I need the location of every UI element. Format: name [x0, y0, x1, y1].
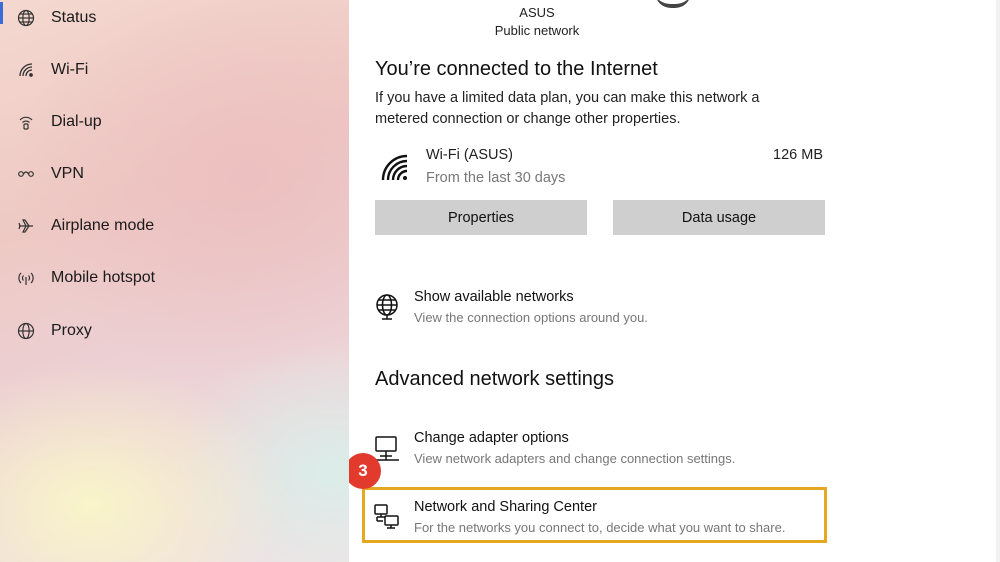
usage-network-name: Wi-Fi (ASUS) — [426, 147, 513, 163]
sidebar-item-label: Airplane mode — [51, 217, 155, 234]
sidebar-item-wifi[interactable]: Wi-Fi — [0, 48, 349, 92]
wifi-icon — [16, 60, 36, 80]
usage-amount: 126 MB — [773, 147, 823, 163]
vpn-icon — [16, 164, 36, 184]
scrollbar-track[interactable] — [996, 0, 1000, 562]
sidebar-item-dialup[interactable]: Dial-up — [0, 100, 349, 144]
connection-description: If you have a limited data plan, you can… — [375, 90, 760, 127]
sidebar-item-label: Mobile hotspot — [51, 269, 156, 286]
change-adapter-options-link[interactable]: Change adapter options View network adap… — [371, 430, 841, 474]
sharing-center-icon — [374, 504, 399, 529]
content-pane: ASUS Public network You’re connected to … — [349, 0, 1000, 562]
sidebar-item-status[interactable]: Status — [0, 0, 349, 40]
selection-indicator — [0, 2, 3, 24]
link-title: Show available networks — [414, 289, 574, 305]
step-badge: 3 — [349, 453, 381, 489]
network-graphic — [655, 0, 691, 8]
sidebar-item-label: Dial-up — [51, 113, 102, 130]
show-available-networks-link[interactable]: Show available networks View the connect… — [371, 289, 841, 333]
sidebar-item-proxy[interactable]: Proxy — [0, 309, 349, 353]
link-subtitle: View network adapters and change connect… — [414, 451, 736, 466]
data-usage-button[interactable]: Data usage — [613, 200, 825, 235]
hotspot-icon — [16, 268, 36, 288]
sidebar: Status Wi-Fi Dial-up VPN Airplane mode M… — [0, 0, 349, 562]
network-name: ASUS — [519, 5, 555, 20]
sidebar-item-label: Wi-Fi — [51, 61, 89, 78]
link-title: Change adapter options — [414, 430, 569, 446]
globe-network-icon — [376, 294, 398, 320]
sidebar-item-airplane-mode[interactable]: Airplane mode — [0, 204, 349, 248]
network-sharing-center-link[interactable]: Network and Sharing Center For the netwo… — [371, 499, 841, 543]
globe-icon — [16, 321, 36, 341]
link-title: Network and Sharing Center — [414, 499, 597, 515]
globe-icon — [16, 8, 36, 28]
airplane-icon — [16, 216, 36, 236]
sidebar-item-label: VPN — [51, 165, 84, 182]
usage-range: From the last 30 days — [426, 170, 566, 186]
network-type: Public network — [494, 23, 580, 38]
sidebar-item-mobile-hotspot[interactable]: Mobile hotspot — [0, 256, 349, 300]
sidebar-item-label: Proxy — [51, 322, 92, 339]
advanced-settings-heading: Advanced network settings — [375, 368, 615, 390]
dialup-icon — [16, 112, 36, 132]
sidebar-item-label: Status — [51, 9, 97, 26]
monitor-network-icon — [375, 436, 399, 461]
properties-button[interactable]: Properties — [375, 200, 587, 235]
link-subtitle: View the connection options around you. — [414, 310, 648, 325]
wifi-signal-icon — [381, 154, 408, 181]
connection-heading: You’re connected to the Internet — [375, 58, 658, 80]
link-subtitle: For the networks you connect to, decide … — [414, 520, 786, 535]
sidebar-item-vpn[interactable]: VPN — [0, 152, 349, 196]
